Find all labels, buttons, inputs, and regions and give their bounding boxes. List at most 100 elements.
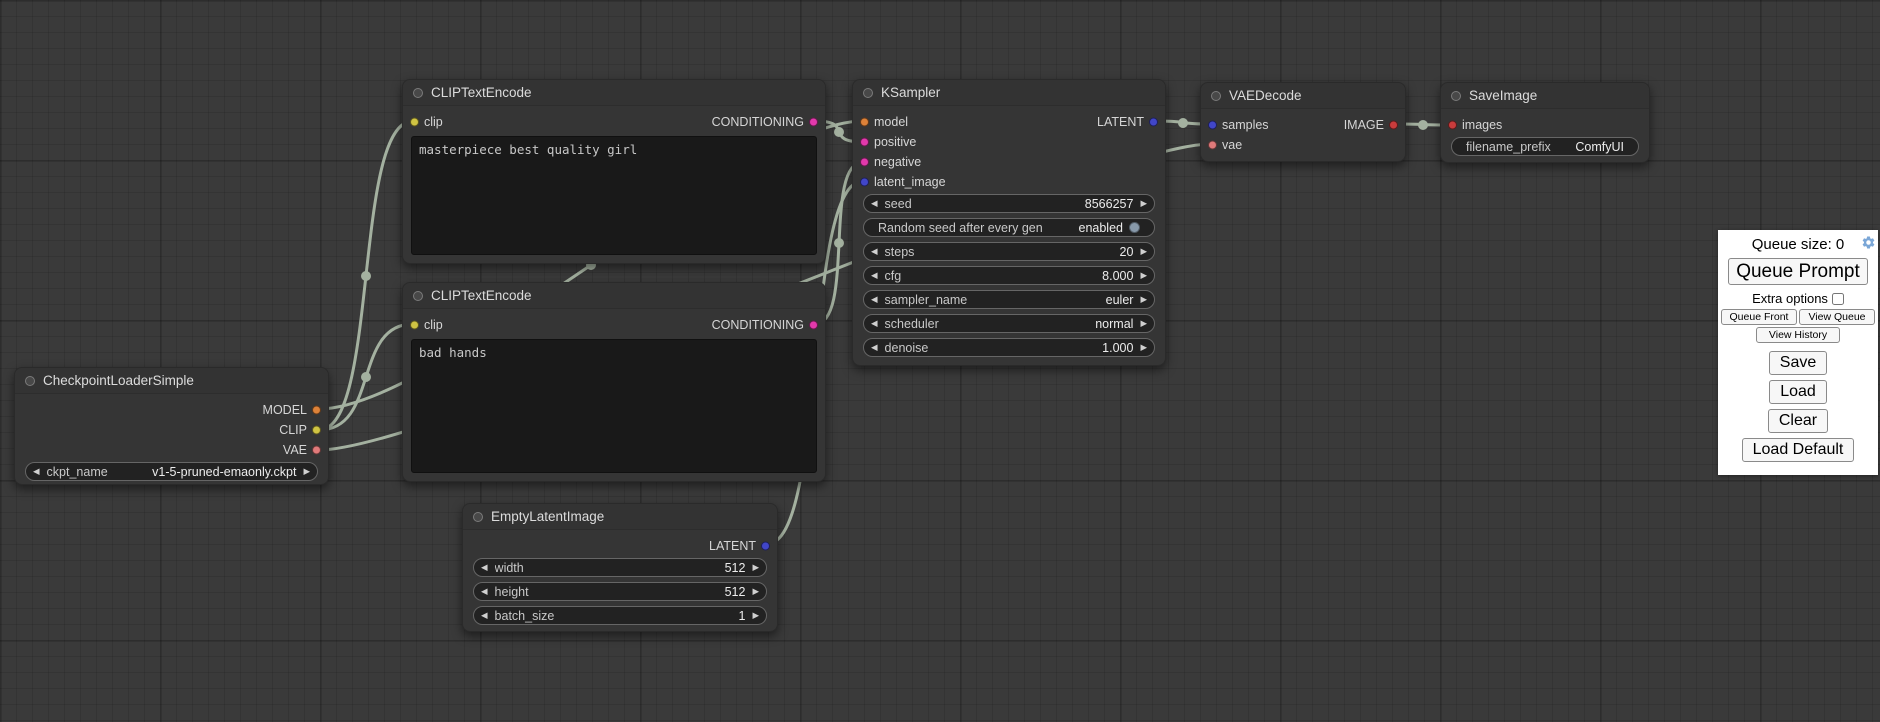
slot-label: negative bbox=[874, 155, 921, 169]
increment-arrow-icon[interactable]: ▶ bbox=[752, 587, 759, 596]
settings-gear-icon[interactable] bbox=[1861, 235, 1876, 250]
node-checkpoint-loader[interactable]: CheckpointLoaderSimple MODEL CLIP VAE ◀ … bbox=[14, 367, 329, 485]
clip-slot-dot[interactable] bbox=[312, 426, 321, 435]
node-title-bar[interactable]: CheckpointLoaderSimple bbox=[15, 368, 328, 394]
clip-slot-dot[interactable] bbox=[410, 118, 419, 127]
save-button[interactable]: Save bbox=[1769, 351, 1827, 375]
conditioning-slot-dot[interactable] bbox=[809, 321, 818, 330]
link-midpoint-dot bbox=[1178, 118, 1188, 128]
collapse-dot-icon[interactable] bbox=[473, 512, 483, 522]
decrement-arrow-icon[interactable]: ◀ bbox=[481, 587, 488, 596]
collapse-dot-icon[interactable] bbox=[413, 88, 423, 98]
slot-label: VAE bbox=[283, 443, 307, 457]
collapse-dot-icon[interactable] bbox=[1211, 91, 1221, 101]
increment-arrow-icon[interactable]: ▶ bbox=[1140, 271, 1147, 280]
widget-label: denoise bbox=[885, 341, 929, 355]
decrement-arrow-icon[interactable]: ◀ bbox=[481, 563, 488, 572]
clear-button[interactable]: Clear bbox=[1768, 409, 1828, 433]
latent-slot-dot[interactable] bbox=[860, 178, 869, 187]
width-stepper[interactable]: ◀ width 512 ▶ bbox=[473, 558, 767, 577]
ckpt-name-combo[interactable]: ◀ ckpt_name v1-5-pruned-emaonly.ckpt ▶ bbox=[25, 462, 318, 481]
increment-arrow-icon[interactable]: ▶ bbox=[752, 563, 759, 572]
widget-label: seed bbox=[885, 197, 912, 211]
scheduler-combo[interactable]: ◀ scheduler normal ▶ bbox=[863, 314, 1155, 333]
decrement-arrow-icon[interactable]: ◀ bbox=[871, 271, 878, 280]
comfy-menu-panel[interactable]: Queue size: 0 Queue Prompt Extra options… bbox=[1718, 230, 1878, 475]
extra-options-checkbox[interactable] bbox=[1832, 293, 1844, 305]
node-vae-decode[interactable]: VAEDecode samples IMAGE vae bbox=[1200, 82, 1406, 162]
node-ksampler[interactable]: KSampler model LATENT positive negative … bbox=[852, 79, 1166, 366]
random-seed-toggle[interactable]: Random seed after every gen enabled bbox=[863, 218, 1155, 237]
toggle-indicator-icon[interactable] bbox=[1129, 222, 1140, 233]
increment-arrow-icon[interactable]: ▶ bbox=[1140, 295, 1147, 304]
conditioning-slot-dot[interactable] bbox=[809, 118, 818, 127]
latent-slot-dot[interactable] bbox=[1149, 118, 1158, 127]
view-history-button[interactable]: View History bbox=[1756, 327, 1840, 343]
input-slot-vae: vae bbox=[1201, 135, 1405, 155]
decrement-arrow-icon[interactable]: ◀ bbox=[871, 343, 878, 352]
slot-row: clip CONDITIONING bbox=[403, 112, 825, 132]
decrement-arrow-icon[interactable]: ◀ bbox=[871, 295, 878, 304]
seed-stepper[interactable]: ◀ seed 8566257 ▶ bbox=[863, 194, 1155, 213]
vae-slot-dot[interactable] bbox=[1208, 141, 1217, 150]
node-title-bar[interactable]: EmptyLatentImage bbox=[463, 504, 777, 530]
latent-slot-dot[interactable] bbox=[761, 542, 770, 551]
model-slot-dot[interactable] bbox=[312, 406, 321, 415]
slot-label: positive bbox=[874, 135, 916, 149]
load-default-button[interactable]: Load Default bbox=[1742, 438, 1855, 462]
widget-value: ComfyUI bbox=[1575, 140, 1624, 154]
clip-slot-dot[interactable] bbox=[410, 321, 419, 330]
images-slot-dot[interactable] bbox=[1448, 121, 1457, 130]
height-stepper[interactable]: ◀ height 512 ▶ bbox=[473, 582, 767, 601]
increment-arrow-icon[interactable]: ▶ bbox=[1140, 199, 1147, 208]
conditioning-slot-dot[interactable] bbox=[860, 138, 869, 147]
node-clip-text-encode-negative[interactable]: CLIPTextEncode clip CONDITIONING bad han… bbox=[402, 282, 826, 482]
sampler-name-combo[interactable]: ◀ sampler_name euler ▶ bbox=[863, 290, 1155, 309]
queue-front-button[interactable]: Queue Front bbox=[1721, 309, 1797, 325]
decrement-arrow-icon[interactable]: ◀ bbox=[33, 467, 40, 476]
node-graph-canvas[interactable]: CheckpointLoaderSimple MODEL CLIP VAE ◀ … bbox=[0, 0, 1880, 722]
node-title: EmptyLatentImage bbox=[491, 509, 604, 524]
decrement-arrow-icon[interactable]: ◀ bbox=[871, 247, 878, 256]
input-slot-negative: negative bbox=[853, 152, 1165, 172]
decrement-arrow-icon[interactable]: ◀ bbox=[481, 611, 488, 620]
widget-label: sampler_name bbox=[885, 293, 968, 307]
node-clip-text-encode-positive[interactable]: CLIPTextEncode clip CONDITIONING masterp… bbox=[402, 79, 826, 264]
increment-arrow-icon[interactable]: ▶ bbox=[1140, 343, 1147, 352]
positive-prompt-textarea[interactable]: masterpiece best quality girl bbox=[411, 136, 817, 255]
negative-prompt-textarea[interactable]: bad hands bbox=[411, 339, 817, 473]
steps-stepper[interactable]: ◀ steps 20 ▶ bbox=[863, 242, 1155, 261]
vae-slot-dot[interactable] bbox=[312, 446, 321, 455]
cfg-stepper[interactable]: ◀ cfg 8.000 ▶ bbox=[863, 266, 1155, 285]
node-title-bar[interactable]: CLIPTextEncode bbox=[403, 80, 825, 106]
samples-slot-dot[interactable] bbox=[1208, 121, 1217, 130]
filename-prefix-field[interactable]: filename_prefix ComfyUI bbox=[1451, 137, 1639, 156]
image-slot-dot[interactable] bbox=[1389, 121, 1398, 130]
node-title-bar[interactable]: VAEDecode bbox=[1201, 83, 1405, 109]
view-queue-button[interactable]: View Queue bbox=[1799, 309, 1875, 325]
collapse-dot-icon[interactable] bbox=[25, 376, 35, 386]
model-slot-dot[interactable] bbox=[860, 118, 869, 127]
node-title-bar[interactable]: CLIPTextEncode bbox=[403, 283, 825, 309]
denoise-stepper[interactable]: ◀ denoise 1.000 ▶ bbox=[863, 338, 1155, 357]
increment-arrow-icon[interactable]: ▶ bbox=[1140, 247, 1147, 256]
collapse-dot-icon[interactable] bbox=[413, 291, 423, 301]
node-empty-latent-image[interactable]: EmptyLatentImage LATENT ◀ width 512 ▶ ◀ … bbox=[462, 503, 778, 632]
conditioning-slot-dot[interactable] bbox=[860, 158, 869, 167]
collapse-dot-icon[interactable] bbox=[863, 88, 873, 98]
decrement-arrow-icon[interactable]: ◀ bbox=[871, 319, 878, 328]
increment-arrow-icon[interactable]: ▶ bbox=[752, 611, 759, 620]
queue-prompt-button[interactable]: Queue Prompt bbox=[1728, 258, 1868, 285]
increment-arrow-icon[interactable]: ▶ bbox=[303, 467, 310, 476]
node-title-bar[interactable]: SaveImage bbox=[1441, 83, 1649, 109]
load-button[interactable]: Load bbox=[1769, 380, 1827, 404]
decrement-arrow-icon[interactable]: ◀ bbox=[871, 199, 878, 208]
node-save-image[interactable]: SaveImage images filename_prefix ComfyUI bbox=[1440, 82, 1650, 163]
collapse-dot-icon[interactable] bbox=[1451, 91, 1461, 101]
slot-label: MODEL bbox=[263, 403, 307, 417]
node-title-bar[interactable]: KSampler bbox=[853, 80, 1165, 106]
increment-arrow-icon[interactable]: ▶ bbox=[1140, 319, 1147, 328]
widget-label: height bbox=[495, 585, 529, 599]
batch-size-stepper[interactable]: ◀ batch_size 1 ▶ bbox=[473, 606, 767, 625]
node-title: VAEDecode bbox=[1229, 88, 1302, 103]
